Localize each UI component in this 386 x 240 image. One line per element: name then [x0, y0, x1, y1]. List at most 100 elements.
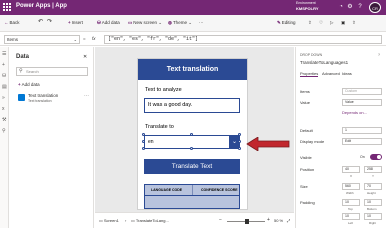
resize-handle[interactable]	[238, 133, 241, 136]
redo-button[interactable]: ↷	[47, 18, 52, 25]
advanced-tools-icon[interactable]: ⚒	[2, 118, 7, 123]
more-button[interactable]: ⋯	[199, 20, 204, 26]
power-automate-icon[interactable]: »	[2, 96, 7, 101]
translate-to-value: en	[148, 139, 154, 145]
database-icon: ⛁	[97, 20, 101, 25]
gear-icon[interactable]: ⚙	[347, 4, 353, 10]
position-label: Position	[300, 167, 315, 172]
breadcrumb-control[interactable]: ▭ TranslateToLang...	[131, 218, 169, 223]
new-screen-label: New screen	[133, 20, 158, 25]
bell-icon[interactable]: ◔	[338, 4, 344, 10]
value-label: Value	[300, 100, 310, 105]
fit-to-window-icon[interactable]: ⤢	[287, 218, 290, 223]
tab-properties[interactable]: Properties	[300, 71, 319, 77]
padding-right-input[interactable]: 10	[364, 213, 382, 220]
control-name[interactable]: TranslateToLanguages1	[300, 60, 348, 65]
pencil-icon: ✎	[277, 20, 281, 25]
items-dropdown[interactable]: Custom	[342, 88, 382, 95]
status-bar: ▭ Screen1 › ▭ TranslateToLang... − + 50 …	[95, 212, 294, 228]
add-data-label: Add data	[101, 20, 120, 25]
formula-bar: Items ⌄ = fx ["en", "es", "fr", "de", "i…	[0, 33, 386, 46]
translate-text-button[interactable]: Translate Text	[144, 159, 240, 174]
share-icon[interactable]: ⇪	[308, 20, 312, 26]
tree-view-icon[interactable]: ☰	[2, 52, 7, 57]
back-button[interactable]: ←Back	[4, 20, 20, 25]
height-sublabel: Height	[367, 191, 376, 195]
properties-panel: DROP DOWN ? TranslateToLanguages1 Proper…	[295, 47, 386, 228]
resize-handle[interactable]	[142, 140, 145, 143]
screen-header: Text translation	[138, 59, 247, 80]
breadcrumb-control-label: TranslateToLang...	[135, 218, 169, 223]
new-screen-button[interactable]: ▭New screen ⌄	[128, 20, 162, 26]
results-table: LANGUAGE CODE CONFIDENCE SCORE	[144, 184, 240, 209]
more-options-icon[interactable]: ⋯	[84, 93, 89, 99]
width-sublabel: Width	[346, 191, 354, 195]
resize-handle[interactable]	[190, 133, 193, 136]
zoom-level: 50 %	[274, 218, 284, 223]
annotation-arrow	[246, 137, 290, 151]
search-icon[interactable]: ⚲	[2, 129, 7, 134]
default-label: Default	[300, 128, 313, 133]
help-icon[interactable]: ?	[378, 53, 380, 57]
search-input[interactable]: ⚲ Search	[16, 67, 88, 76]
formula-input[interactable]: ["en", "es", "fr", "de", "it"]	[104, 35, 382, 44]
x-sublabel: X	[350, 174, 353, 178]
insert-icon[interactable]: +	[2, 63, 7, 68]
resize-handle[interactable]	[238, 140, 241, 143]
position-y-input[interactable]: 258	[364, 166, 382, 173]
translate-to-label: Translate to	[145, 124, 174, 130]
resize-handle[interactable]	[190, 147, 193, 150]
publish-icon[interactable]: ⇧	[352, 20, 356, 26]
property-dropdown[interactable]: Items ⌄	[4, 35, 80, 44]
display-mode-dropdown[interactable]: Edit	[342, 138, 382, 145]
editing-button[interactable]: ✎Editing	[277, 20, 296, 26]
resize-handle[interactable]	[238, 147, 241, 150]
zoom-in-button[interactable]: +	[267, 217, 270, 223]
chevron-down-icon: ⌄	[73, 37, 77, 42]
breadcrumb-screen[interactable]: ▭ Screen1	[99, 218, 119, 223]
back-arrow-icon: ←	[4, 20, 9, 25]
text-to-analyze-label: Text to analyze	[145, 87, 182, 93]
theme-button[interactable]: ◍Theme ⌄	[168, 20, 192, 26]
add-data-link[interactable]: + Add data	[18, 82, 40, 87]
insert-button[interactable]: +Insert	[68, 20, 83, 25]
data-source-item[interactable]: Text translation Text translation ⋯	[16, 92, 90, 105]
tab-ideas[interactable]: Ideas	[342, 71, 352, 76]
resize-handle[interactable]	[142, 147, 145, 150]
add-data-button[interactable]: ⛁Add data	[97, 20, 120, 26]
resize-handle[interactable]	[142, 133, 145, 136]
position-x-input[interactable]: 40	[342, 166, 360, 173]
help-icon[interactable]: ?	[357, 4, 363, 10]
data-source-name: Text translation	[28, 93, 59, 98]
checker-icon[interactable]: ♡	[319, 20, 323, 26]
value-dropdown[interactable]: Value	[342, 99, 382, 106]
zoom-slider-thumb[interactable]	[245, 219, 249, 224]
variables-icon[interactable]: x	[2, 107, 7, 112]
save-icon[interactable]: ▣	[341, 20, 345, 26]
left-sublabel: Left	[348, 221, 354, 225]
tab-advanced[interactable]: Advanced	[322, 71, 340, 76]
left-rail: ☰ + ⛁ ▤ » x ⚒ ⚲	[0, 47, 9, 228]
height-input[interactable]: 70	[364, 183, 382, 190]
width-input[interactable]: 560	[342, 183, 360, 190]
visible-toggle[interactable]	[370, 154, 382, 160]
zoom-out-button[interactable]: −	[219, 217, 222, 223]
media-icon[interactable]: ▤	[2, 85, 7, 90]
display-mode-label: Display mode	[300, 139, 325, 144]
padding-left-input[interactable]: 10	[342, 213, 360, 220]
default-input[interactable]: 1	[342, 127, 382, 134]
play-icon[interactable]: ▷	[330, 20, 333, 26]
data-icon[interactable]: ⛁	[2, 74, 7, 79]
environment-info[interactable]: Environment KMSPOLRY	[296, 1, 319, 11]
padding-bottom-input[interactable]: 10	[364, 199, 382, 206]
avatar[interactable]: CR	[369, 2, 381, 13]
close-icon[interactable]: ✕	[83, 54, 87, 60]
environment-name: KMSPOLRY	[296, 6, 319, 11]
text-to-analyze-input[interactable]: It was a good day.	[144, 98, 240, 113]
padding-top-input[interactable]: 10	[342, 199, 360, 206]
app-launcher-icon[interactable]	[3, 3, 12, 12]
depends-on-link[interactable]: Depends on...	[342, 110, 367, 115]
size-label: Size	[300, 184, 308, 189]
undo-button[interactable]: ↶	[38, 18, 43, 25]
plus-icon: +	[18, 82, 21, 87]
